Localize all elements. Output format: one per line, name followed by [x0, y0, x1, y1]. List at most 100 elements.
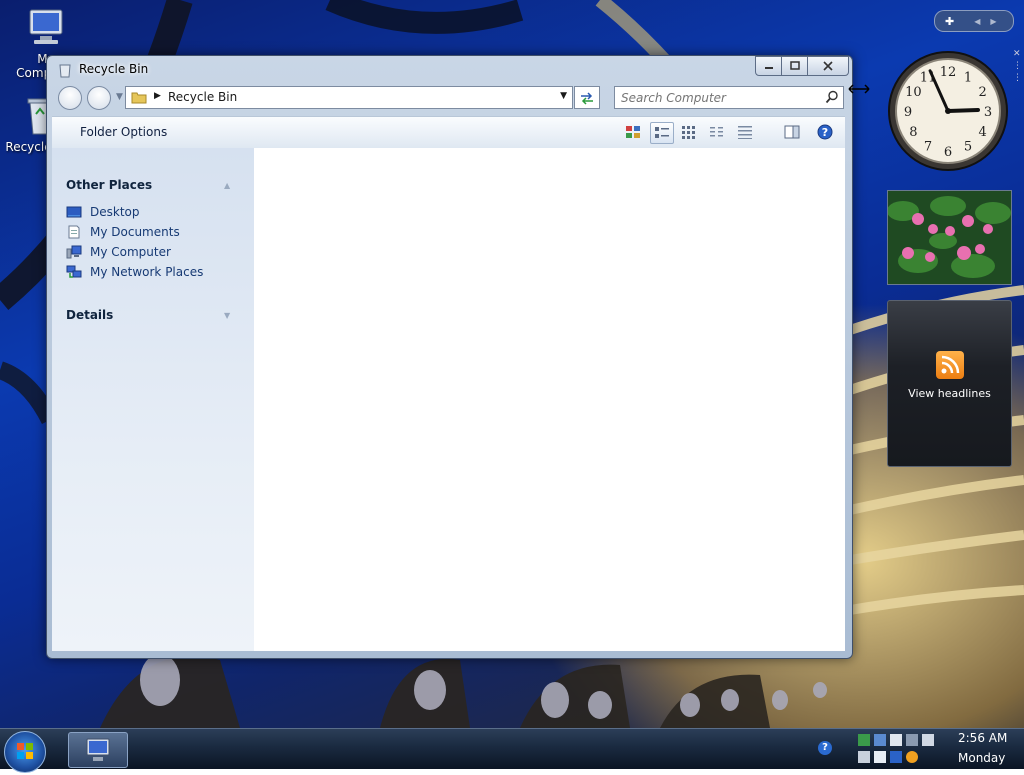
- clock-numeral: 12: [940, 65, 957, 80]
- view-headlines-link[interactable]: View headlines: [888, 387, 1011, 400]
- tray-keyboard-icon[interactable]: [874, 751, 886, 763]
- other-places-heading[interactable]: Other Places: [66, 178, 152, 192]
- close-button[interactable]: [807, 56, 849, 76]
- next-gadgets-icon[interactable]: ▶: [990, 17, 996, 26]
- preview-pane-button[interactable]: [781, 122, 803, 142]
- clock-numeral: 1: [964, 70, 972, 85]
- desktop-icon: [66, 206, 82, 218]
- computer-icon: [66, 245, 82, 259]
- clock-numeral: 2: [978, 85, 986, 100]
- preview-pane-icon: [784, 125, 800, 139]
- taskbar-clock-day[interactable]: Monday: [958, 751, 1005, 765]
- clock-numeral: 10: [905, 85, 922, 100]
- tray-drive-icon[interactable]: [906, 734, 918, 746]
- clock-hour-hand: [946, 108, 980, 113]
- tray-monitor-icon[interactable]: [890, 751, 902, 763]
- computer-icon: [86, 738, 110, 761]
- search-box[interactable]: [614, 86, 844, 109]
- tray-search-icon[interactable]: [906, 751, 918, 763]
- link-my-network-places[interactable]: My Network Places: [66, 265, 203, 279]
- link-my-documents[interactable]: My Documents: [66, 225, 180, 239]
- view-tiles-button[interactable]: [650, 122, 674, 144]
- resize-cursor-icon: [848, 84, 870, 94]
- water-lily-photo: [888, 191, 1011, 284]
- address-dropdown-icon[interactable]: ▼: [560, 91, 567, 101]
- thumbnails-view-icon: [626, 126, 640, 138]
- clock-numeral: 8: [909, 125, 917, 140]
- tray-network-icon[interactable]: [858, 734, 870, 746]
- start-button[interactable]: [4, 731, 46, 773]
- taskbar-clock-time[interactable]: 2:56 AM: [958, 731, 1007, 745]
- help-button[interactable]: ?: [814, 122, 836, 142]
- link-label: My Computer: [90, 245, 171, 259]
- view-list-button[interactable]: [706, 122, 728, 142]
- search-icon[interactable]: [825, 90, 839, 104]
- expand-details-icon[interactable]: ▼: [224, 311, 230, 320]
- link-desktop[interactable]: Desktop: [66, 205, 140, 219]
- collapse-other-places-icon[interactable]: ▲: [224, 181, 230, 190]
- refresh-icon: [581, 91, 593, 105]
- explorer-window[interactable]: Recycle Bin ▼ ▶ Recycle Bin ▼ Folder Opt…: [46, 55, 853, 659]
- tray-printer-icon[interactable]: [858, 751, 870, 763]
- tray-security-icon[interactable]: [874, 734, 886, 746]
- maximize-button[interactable]: [781, 56, 808, 76]
- command-bar: Folder Options ?: [52, 116, 845, 149]
- options-icon[interactable]: ⋮: [1013, 61, 1022, 71]
- list-view-icon: [710, 127, 723, 137]
- view-details-button[interactable]: [734, 122, 756, 142]
- link-label: My Network Places: [90, 265, 204, 279]
- back-button[interactable]: [58, 86, 82, 110]
- clock-numeral: 4: [978, 125, 986, 140]
- details-heading[interactable]: Details: [66, 308, 113, 322]
- link-my-computer[interactable]: My Computer: [66, 245, 171, 259]
- breadcrumb[interactable]: Recycle Bin: [168, 90, 237, 104]
- svg-text:?: ?: [822, 126, 828, 139]
- file-list-area[interactable]: [254, 148, 845, 651]
- feed-headlines-gadget[interactable]: View headlines: [887, 300, 1012, 467]
- previous-gadgets-icon[interactable]: ◀: [974, 17, 980, 26]
- rss-icon: [936, 351, 964, 379]
- refresh-button[interactable]: [574, 86, 600, 109]
- folder-options-button[interactable]: Folder Options: [80, 125, 167, 139]
- details-view-icon: [738, 126, 752, 139]
- minimize-icon: [764, 67, 773, 69]
- breadcrumb-arrow-icon[interactable]: ▶: [154, 91, 161, 101]
- clock-numeral: 5: [964, 140, 972, 155]
- add-gadget-icon[interactable]: ✚: [945, 15, 954, 28]
- tiles-view-icon: [655, 127, 669, 138]
- windows-logo-icon: [17, 743, 33, 759]
- link-label: My Documents: [90, 225, 180, 239]
- view-thumbnails-button[interactable]: [622, 122, 644, 142]
- view-icons-button[interactable]: [678, 122, 700, 142]
- recycle-bin-icon: [59, 64, 71, 78]
- clock-numeral: 3: [984, 105, 992, 120]
- clock-numeral: 9: [904, 105, 912, 120]
- sidebar-controls: ✚ ◀ ▶: [934, 10, 1014, 32]
- recent-pages-dropdown-icon[interactable]: ▼: [116, 92, 123, 102]
- close-icon[interactable]: ✕: [1013, 49, 1021, 59]
- address-bar[interactable]: ▶ Recycle Bin ▼: [125, 86, 573, 109]
- search-input[interactable]: [619, 87, 823, 108]
- link-label: Desktop: [90, 205, 140, 219]
- close-icon: [823, 61, 833, 71]
- task-pane: Other Places ▲ Desktop My Documents My C…: [52, 148, 254, 651]
- slideshow-gadget[interactable]: [887, 190, 1012, 285]
- rss-feed-icon: [941, 355, 960, 374]
- minimize-button[interactable]: [755, 56, 782, 76]
- drag-icon[interactable]: ⋮: [1013, 73, 1022, 83]
- tray-display-icon[interactable]: [890, 734, 902, 746]
- help-icon: ?: [817, 124, 833, 140]
- gadget-close-strip: ✕ ⋮ ⋮: [1013, 48, 1022, 84]
- clock-numeral: 6: [944, 145, 952, 160]
- forward-button[interactable]: [87, 86, 111, 110]
- taskbar-item-recycle-bin[interactable]: [68, 732, 128, 768]
- taskbar: ? 2:56 AM Monday: [0, 728, 1024, 773]
- maximize-icon: [789, 61, 800, 70]
- clock-numeral: 7: [924, 140, 932, 155]
- documents-icon: [68, 225, 80, 239]
- tray-window-icon[interactable]: [922, 734, 934, 746]
- computer-icon: [29, 9, 63, 44]
- icons-view-icon: [682, 126, 695, 139]
- tray-help-icon[interactable]: ?: [818, 741, 832, 755]
- clock-gadget[interactable]: 1234567891011 12: [887, 50, 1009, 172]
